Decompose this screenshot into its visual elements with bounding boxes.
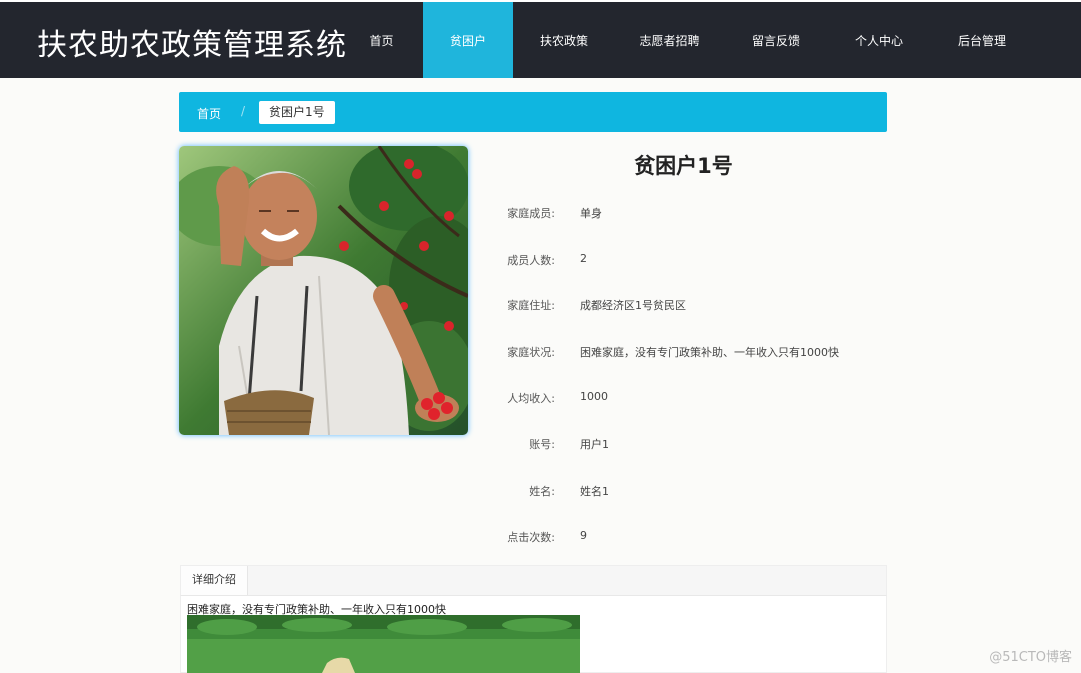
field-label: 账号:: [529, 438, 555, 451]
field-label: 成员人数:: [507, 254, 555, 267]
nav-admin[interactable]: 后台管理: [930, 2, 1034, 78]
site-title[interactable]: 扶农助农政策管理系统: [37, 20, 347, 64]
field-member-count: 成员人数: 2: [480, 252, 887, 272]
breadcrumb: 首页 / 贫困户1号: [179, 92, 887, 132]
field-value: 困难家庭，没有专门政策补助、一年收入只有1000快: [580, 346, 839, 359]
nav-policies[interactable]: 扶农政策: [513, 2, 615, 78]
detail-tabs: 详细介绍: [180, 565, 887, 596]
watermark: @51CTO博客: [989, 650, 1072, 665]
breadcrumb-home[interactable]: 首页: [197, 105, 221, 122]
field-account: 账号: 用户1: [480, 436, 887, 456]
intro-image: [187, 615, 580, 673]
field-label: 家庭状况:: [507, 346, 555, 359]
field-label: 家庭成员:: [507, 207, 555, 220]
nav-user-center[interactable]: 个人中心: [828, 2, 930, 78]
breadcrumb-separator: /: [241, 104, 246, 118]
field-value: 用户1: [580, 438, 609, 451]
field-value: 9: [580, 529, 587, 542]
field-label: 点击次数:: [507, 531, 555, 544]
field-family-members: 家庭成员: 单身: [480, 205, 887, 225]
nav-feedback[interactable]: 留言反馈: [724, 2, 828, 78]
field-label: 家庭住址:: [507, 299, 555, 312]
breadcrumb-current: 贫困户1号: [259, 101, 335, 124]
field-family-status: 家庭状况: 困难家庭，没有专门政策补助、一年收入只有1000快: [480, 344, 887, 364]
tab-detail-intro[interactable]: 详细介绍: [181, 566, 248, 596]
nav-home[interactable]: 首页: [340, 2, 423, 78]
farmer-photo-image: [179, 146, 468, 435]
field-label: 姓名:: [529, 485, 555, 498]
field-value: 单身: [580, 207, 602, 220]
field-value: 2: [580, 252, 587, 265]
field-income-per-capita: 人均收入: 1000: [480, 390, 887, 410]
household-photo: [179, 146, 468, 435]
nav-poor-households[interactable]: 贫困户: [423, 2, 513, 78]
field-label: 人均收入:: [507, 392, 555, 405]
field-name: 姓名: 姓名1: [480, 483, 887, 503]
field-value: 姓名1: [580, 485, 609, 498]
field-value: 1000: [580, 390, 608, 403]
main-nav: 首页 贫困户 扶农政策 志愿者招聘 留言反馈 个人中心 后台管理: [340, 2, 1034, 78]
field-click-count: 点击次数: 9: [480, 529, 887, 549]
field-photo-image: [187, 615, 580, 673]
nav-volunteer-recruit[interactable]: 志愿者招聘: [615, 2, 724, 78]
field-address: 家庭住址: 成都经济区1号贫民区: [480, 297, 887, 317]
field-value: 成都经济区1号贫民区: [580, 299, 686, 312]
top-navbar: 扶农助农政策管理系统 首页 贫困户 扶农政策 志愿者招聘 留言反馈 个人中心 后…: [0, 0, 1081, 78]
household-title: 贫困户1号: [634, 154, 733, 178]
